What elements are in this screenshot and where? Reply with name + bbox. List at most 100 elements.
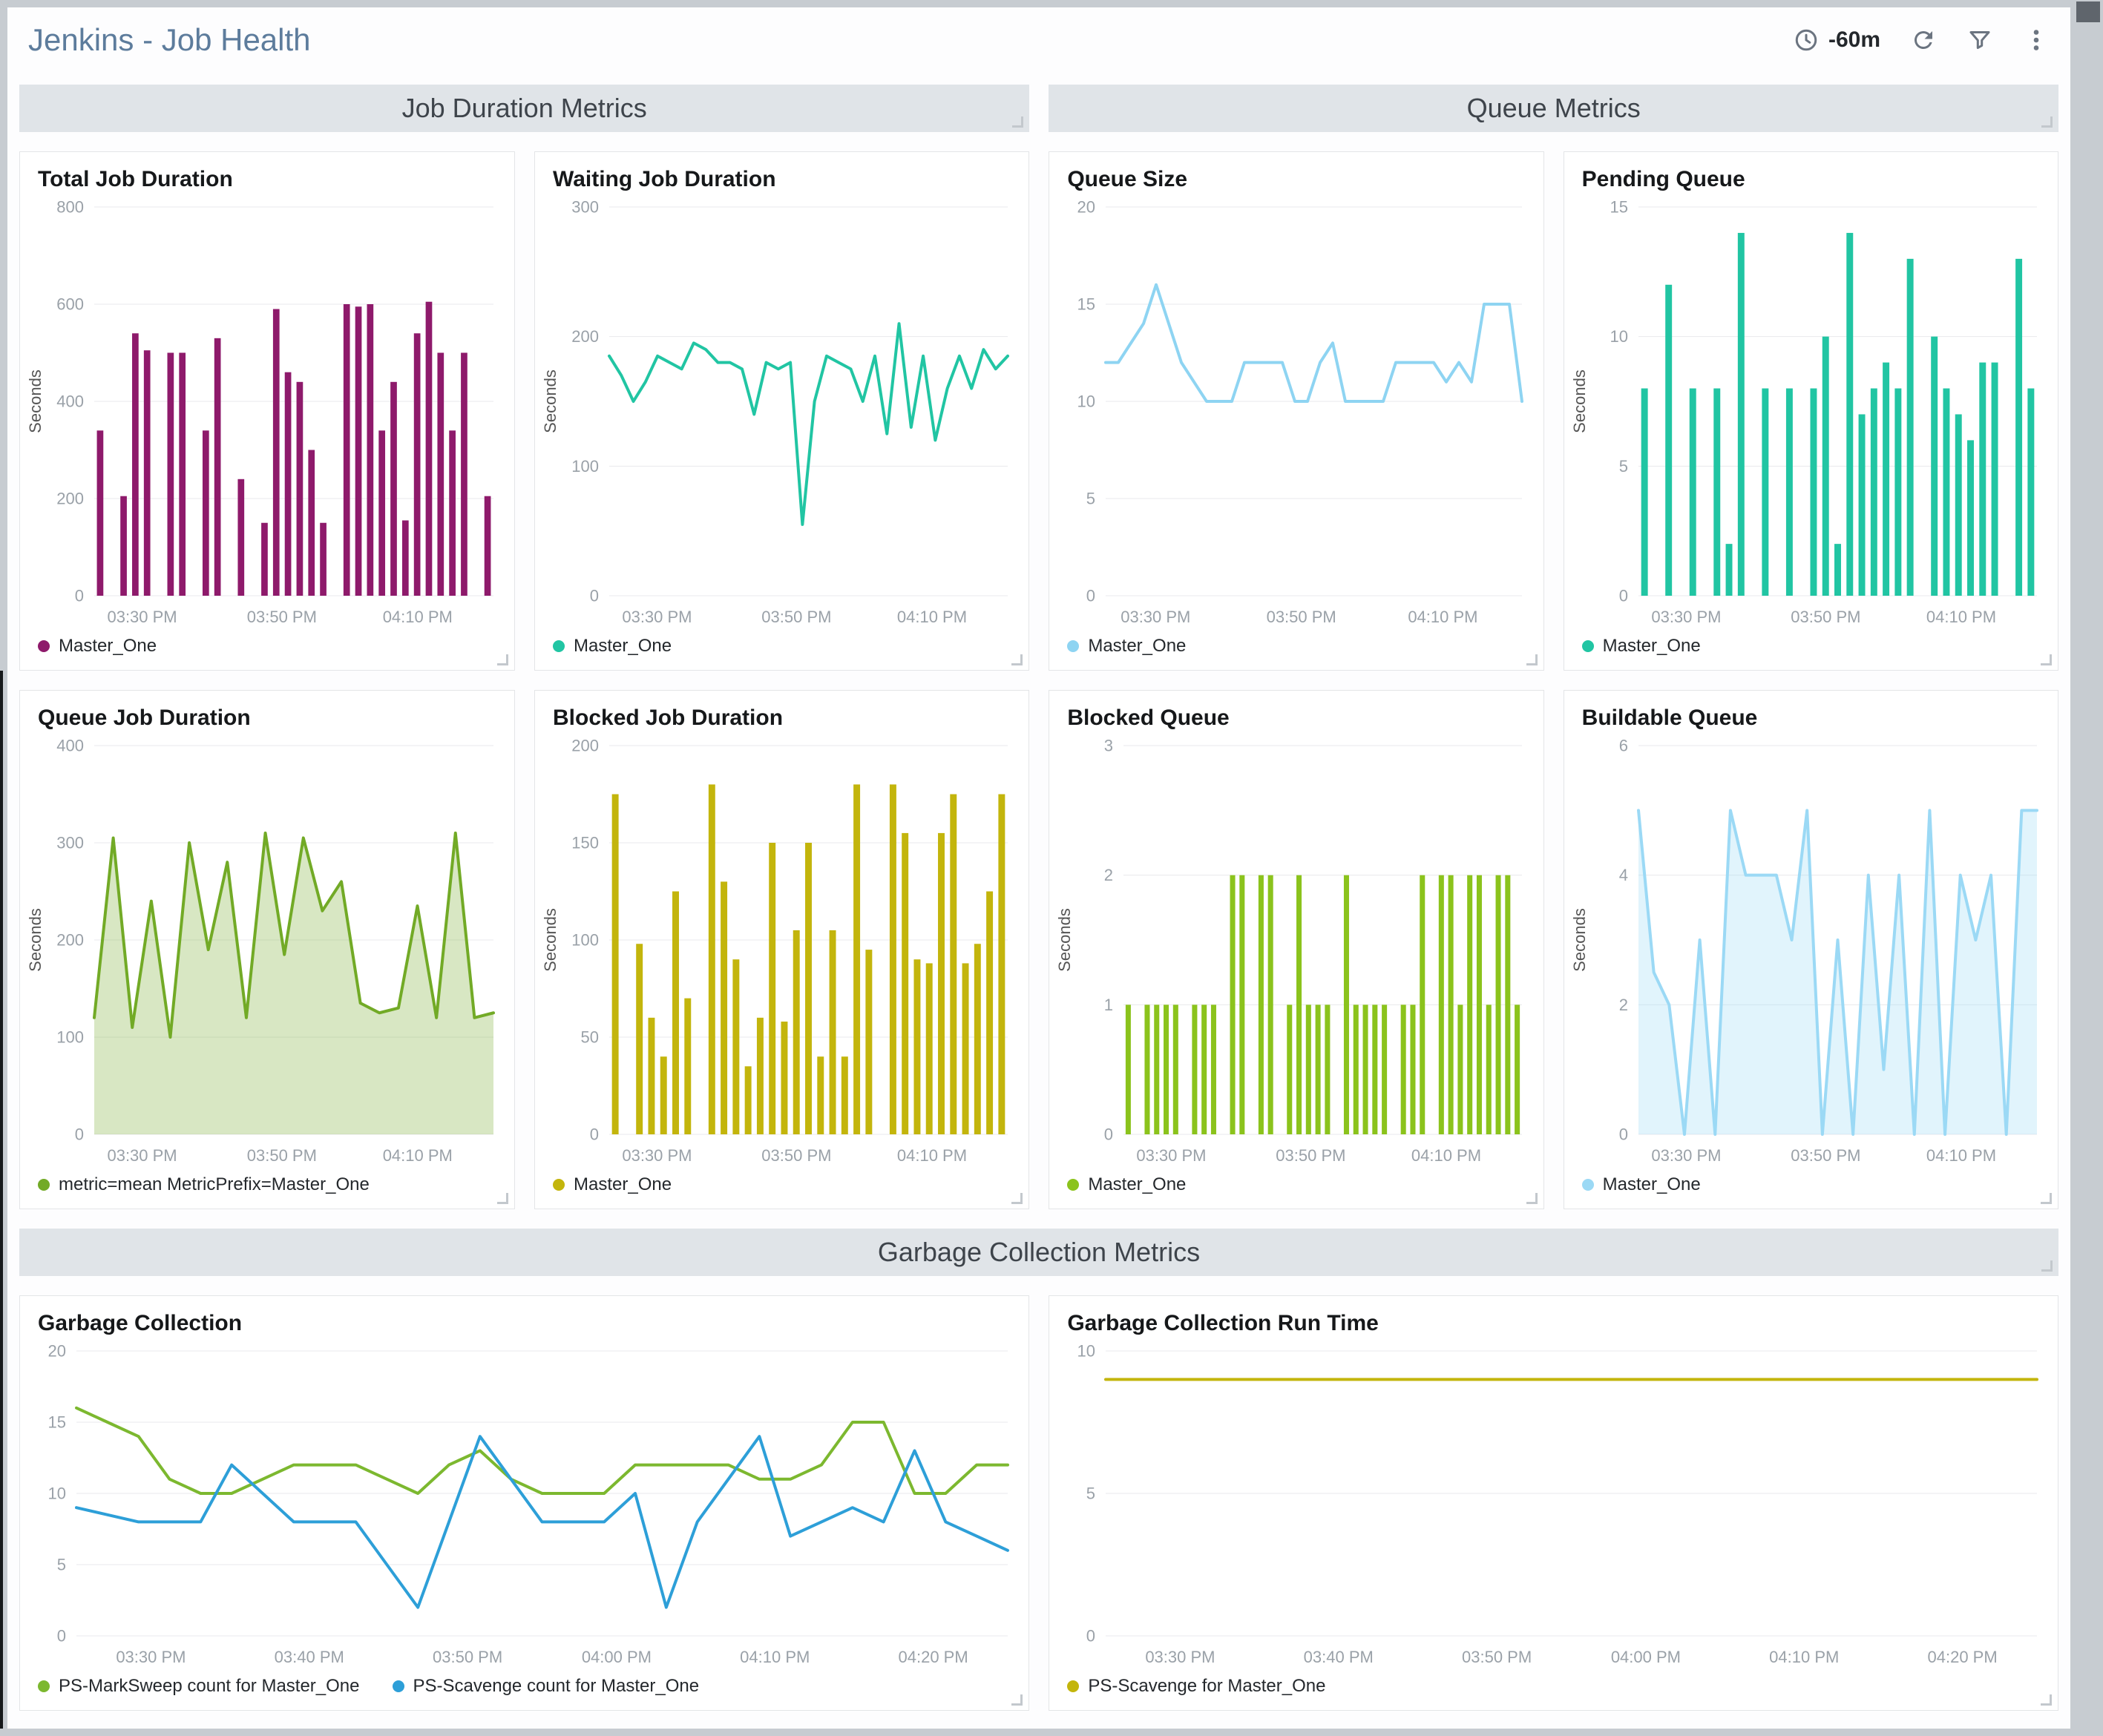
svg-text:Seconds: Seconds xyxy=(1055,908,1074,972)
section-header-job-duration[interactable]: Job Duration Metrics xyxy=(19,85,1029,132)
svg-text:15: 15 xyxy=(1077,295,1095,314)
legend-item[interactable]: PS-Scavenge count for Master_One xyxy=(393,1676,700,1697)
resize-corner[interactable] xyxy=(1011,1193,1023,1204)
legend-dot xyxy=(38,1680,50,1692)
queue-job-duration-chart[interactable]: 010020030040003:30 PM03:50 PM04:10 PMSec… xyxy=(20,734,514,1170)
svg-text:03:30 PM: 03:30 PM xyxy=(1651,1146,1721,1165)
svg-text:03:50 PM: 03:50 PM xyxy=(433,1648,502,1666)
panel-title: Blocked Job Duration xyxy=(535,691,1028,734)
svg-text:Seconds: Seconds xyxy=(1570,369,1589,433)
legend-dot xyxy=(1067,1680,1079,1692)
legend-dot xyxy=(1067,640,1079,652)
left-edge-marker xyxy=(0,671,3,1729)
browser-frame: Jenkins - Job Health -60m xyxy=(0,0,2103,1736)
resize-corner[interactable] xyxy=(1011,654,1023,665)
legend-dot xyxy=(1582,1179,1594,1191)
legend: metric=mean MetricPrefix=Master_One xyxy=(20,1170,514,1209)
legend-label: Master_One xyxy=(574,1174,672,1195)
legend-dot xyxy=(1067,1179,1079,1191)
kebab-menu-icon[interactable] xyxy=(2023,27,2050,53)
svg-text:15: 15 xyxy=(48,1413,66,1432)
blocked-job-duration-chart[interactable]: 05010015020003:30 PM03:50 PM04:10 PMSeco… xyxy=(535,734,1028,1170)
panel-title: Buildable Queue xyxy=(1564,691,2058,734)
svg-text:03:30 PM: 03:30 PM xyxy=(1651,608,1721,626)
legend-label: Master_One xyxy=(1603,1174,1701,1195)
blocked-queue-chart[interactable]: 012303:30 PM03:50 PM04:10 PMSeconds xyxy=(1049,734,1543,1170)
svg-text:Seconds: Seconds xyxy=(26,908,45,972)
svg-text:0: 0 xyxy=(1086,587,1095,605)
legend: Master_One xyxy=(1564,631,2058,670)
legend-item[interactable]: metric=mean MetricPrefix=Master_One xyxy=(38,1174,370,1195)
resize-corner[interactable] xyxy=(2041,654,2052,665)
svg-text:200: 200 xyxy=(571,327,599,346)
svg-text:Seconds: Seconds xyxy=(541,908,560,972)
pending-queue-chart[interactable]: 05101503:30 PM03:50 PM04:10 PMSeconds xyxy=(1564,195,2058,631)
panel-title: Blocked Queue xyxy=(1049,691,1543,734)
svg-text:6: 6 xyxy=(1618,737,1627,755)
panel-title: Garbage Collection Run Time xyxy=(1049,1296,2058,1339)
resize-corner[interactable] xyxy=(497,1193,508,1204)
resize-corner[interactable] xyxy=(2041,116,2053,128)
buildable-queue-chart[interactable]: 024603:30 PM03:50 PM04:10 PMSeconds xyxy=(1564,734,2058,1170)
svg-text:5: 5 xyxy=(1086,1485,1095,1503)
svg-text:400: 400 xyxy=(56,392,84,411)
resize-corner[interactable] xyxy=(1012,116,1023,128)
resize-corner[interactable] xyxy=(2041,1694,2052,1706)
svg-text:Seconds: Seconds xyxy=(26,369,45,433)
legend-label: Master_One xyxy=(1603,636,1701,657)
resize-corner[interactable] xyxy=(1526,1193,1538,1204)
resize-corner[interactable] xyxy=(2041,1260,2053,1272)
svg-text:0: 0 xyxy=(1104,1125,1113,1144)
legend-dot xyxy=(1582,640,1594,652)
legend-dot xyxy=(553,640,565,652)
legend-item[interactable]: PS-Scavenge for Master_One xyxy=(1067,1676,1325,1697)
svg-text:04:10 PM: 04:10 PM xyxy=(1926,1146,1996,1165)
svg-text:04:20 PM: 04:20 PM xyxy=(899,1648,968,1666)
time-range-control[interactable]: -60m xyxy=(1793,27,1880,53)
resize-corner[interactable] xyxy=(1011,1694,1023,1706)
waiting-job-duration-chart[interactable]: 010020030003:30 PM03:50 PM04:10 PMSecond… xyxy=(535,195,1028,631)
gc-run-time-chart[interactable]: 051003:30 PM03:40 PM03:50 PM04:00 PM04:1… xyxy=(1049,1339,2058,1671)
legend-label: Master_One xyxy=(574,636,672,657)
legend: PS-MarkSweep count for Master_One PS-Sca… xyxy=(20,1671,1028,1710)
svg-text:03:40 PM: 03:40 PM xyxy=(275,1648,344,1666)
legend: Master_One xyxy=(1049,631,1543,670)
svg-text:50: 50 xyxy=(581,1028,599,1047)
legend-item[interactable]: Master_One xyxy=(1582,636,1701,657)
garbage-collection-chart[interactable]: 0510152003:30 PM03:40 PM03:50 PM04:00 PM… xyxy=(20,1339,1028,1671)
legend-item[interactable]: Master_One xyxy=(1582,1174,1701,1195)
legend-label: Master_One xyxy=(1088,1174,1186,1195)
section-header-gc[interactable]: Garbage Collection Metrics xyxy=(19,1229,2058,1276)
svg-text:150: 150 xyxy=(571,834,599,852)
panel-title: Queue Job Duration xyxy=(20,691,514,734)
svg-text:03:50 PM: 03:50 PM xyxy=(1267,608,1336,626)
svg-text:04:00 PM: 04:00 PM xyxy=(1611,1648,1681,1666)
legend-item[interactable]: PS-MarkSweep count for Master_One xyxy=(38,1676,360,1697)
legend-item[interactable]: Master_One xyxy=(38,636,157,657)
resize-corner[interactable] xyxy=(2041,1193,2052,1204)
filter-icon[interactable] xyxy=(1966,27,1993,53)
svg-text:04:10 PM: 04:10 PM xyxy=(383,608,453,626)
queue-size-chart[interactable]: 0510152003:30 PM03:50 PM04:10 PM xyxy=(1049,195,1543,631)
svg-text:0: 0 xyxy=(590,1125,599,1144)
panel-total-job-duration: Total Job Duration 020040060080003:30 PM… xyxy=(19,151,515,671)
scrollbar-thumb[interactable] xyxy=(2076,1,2100,22)
svg-text:400: 400 xyxy=(56,737,84,755)
panel-blocked-job-duration: Blocked Job Duration 05010015020003:30 P… xyxy=(534,690,1029,1209)
legend-dot xyxy=(38,1179,50,1191)
resize-corner[interactable] xyxy=(1526,654,1538,665)
legend-label: metric=mean MetricPrefix=Master_One xyxy=(59,1174,370,1195)
time-range-label[interactable]: -60m xyxy=(1828,27,1880,53)
legend-label: PS-Scavenge count for Master_One xyxy=(413,1676,700,1697)
legend-dot xyxy=(553,1179,565,1191)
legend-item[interactable]: Master_One xyxy=(1067,636,1186,657)
svg-text:03:50 PM: 03:50 PM xyxy=(247,1146,317,1165)
total-job-duration-chart[interactable]: 020040060080003:30 PM03:50 PM04:10 PMSec… xyxy=(20,195,514,631)
resize-corner[interactable] xyxy=(497,654,508,665)
section-header-queue[interactable]: Queue Metrics xyxy=(1049,85,2058,132)
legend-item[interactable]: Master_One xyxy=(553,1174,672,1195)
legend-item[interactable]: Master_One xyxy=(1067,1174,1186,1195)
refresh-icon[interactable] xyxy=(1910,27,1937,53)
legend-item[interactable]: Master_One xyxy=(553,636,672,657)
svg-text:0: 0 xyxy=(75,587,84,605)
